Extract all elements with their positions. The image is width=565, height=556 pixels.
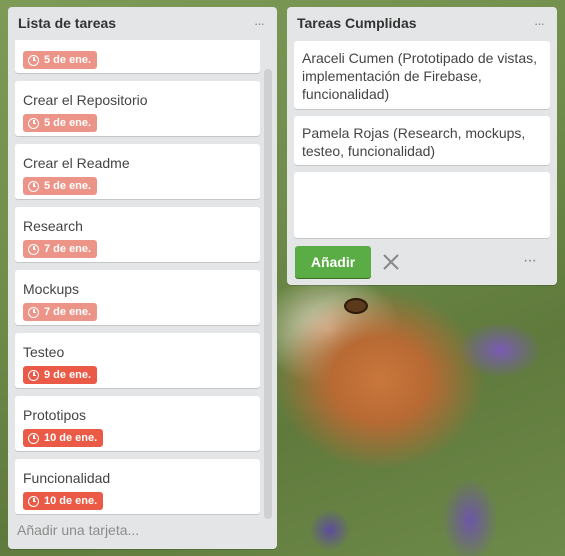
new-card-textarea[interactable] [294, 172, 550, 238]
clock-icon [28, 117, 39, 129]
card-title: Research [23, 218, 83, 234]
card-testeo[interactable]: Testeo 9 de ene. [15, 333, 260, 388]
clock-icon [28, 495, 39, 507]
card-title: Funcionalidad [23, 470, 111, 486]
card-title: Testeo [23, 344, 65, 360]
card-mockups[interactable]: Mockups 7 de ene. [15, 270, 260, 325]
card-pamela-rojas[interactable]: Pamela Rojas (Research, mockups, testeo,… [294, 116, 550, 165]
due-date-badge[interactable]: 9 de ene. [23, 366, 98, 384]
card-title: Crear el Readme [23, 155, 130, 171]
list-title[interactable]: Tareas Cumplidas [297, 15, 417, 31]
due-date-text: 5 de ene. [44, 117, 92, 129]
list-tareas-cumplidas: Tareas Cumplidas ··· Araceli Cumen (Prot… [287, 7, 557, 285]
card-title: Prototipos [23, 407, 87, 423]
card-funcionalidad[interactable]: Funcionalidad 10 de ene. [15, 459, 260, 514]
list-lista-de-tareas: Lista de tareas ··· 5 de ene. Crear el R… [8, 7, 277, 549]
due-date-badge[interactable]: 10 de ene. [23, 429, 104, 447]
clock-icon [28, 306, 39, 318]
clock-icon [28, 54, 39, 66]
due-date-text: 10 de ene. [44, 432, 98, 444]
clock-icon [28, 432, 39, 444]
card-partial[interactable]: 5 de ene. [15, 40, 260, 73]
due-date-text: 9 de ene. [44, 369, 92, 381]
card-title: Crear el Repositorio [23, 92, 148, 108]
due-date-text: 10 de ene. [44, 495, 98, 507]
list-menu-icon[interactable]: ··· [531, 16, 547, 31]
list-header: Lista de tareas ··· [8, 7, 277, 39]
list-scrollbar[interactable] [264, 69, 272, 519]
due-date-text: 5 de ene. [44, 54, 92, 66]
card-title: Mockups [23, 281, 80, 297]
list-title[interactable]: Lista de tareas [18, 15, 116, 31]
due-date-badge[interactable]: 5 de ene. [23, 177, 98, 195]
due-date-badge[interactable]: 5 de ene. [23, 51, 98, 69]
card-title: Pamela Rojas (Research, mockups, testeo,… [302, 125, 526, 159]
close-icon[interactable] [381, 252, 401, 272]
background-photo [344, 298, 368, 314]
card-crear-readme[interactable]: Crear el Readme 5 de ene. [15, 144, 260, 199]
list-header: Tareas Cumplidas ··· [287, 7, 557, 39]
due-date-text: 7 de ene. [44, 243, 92, 255]
card-prototipos[interactable]: Prototipos 10 de ene. [15, 396, 260, 451]
more-icon[interactable]: ··· [523, 252, 537, 270]
add-card-link[interactable]: Añadir una tarjeta... [17, 522, 139, 538]
clock-icon [28, 243, 39, 255]
due-date-badge[interactable]: 7 de ene. [23, 240, 98, 258]
due-date-badge[interactable]: 5 de ene. [23, 114, 98, 132]
card-list: 5 de ene. Crear el Repositorio 5 de ene.… [15, 40, 260, 516]
card-crear-repositorio[interactable]: Crear el Repositorio 5 de ene. [15, 81, 260, 136]
card-research[interactable]: Research 7 de ene. [15, 207, 260, 262]
clock-icon [28, 180, 39, 192]
clock-icon [28, 369, 39, 381]
due-date-text: 7 de ene. [44, 306, 92, 318]
due-date-text: 5 de ene. [44, 180, 92, 192]
due-date-badge[interactable]: 10 de ene. [23, 492, 104, 510]
card-title: Araceli Cumen (Prototipado de vistas, im… [302, 50, 537, 102]
add-card-button[interactable]: Añadir [295, 246, 371, 278]
list-menu-icon[interactable]: ··· [251, 16, 267, 31]
card-araceli-cumen[interactable]: Araceli Cumen (Prototipado de vistas, im… [294, 41, 550, 109]
due-date-badge[interactable]: 7 de ene. [23, 303, 98, 321]
